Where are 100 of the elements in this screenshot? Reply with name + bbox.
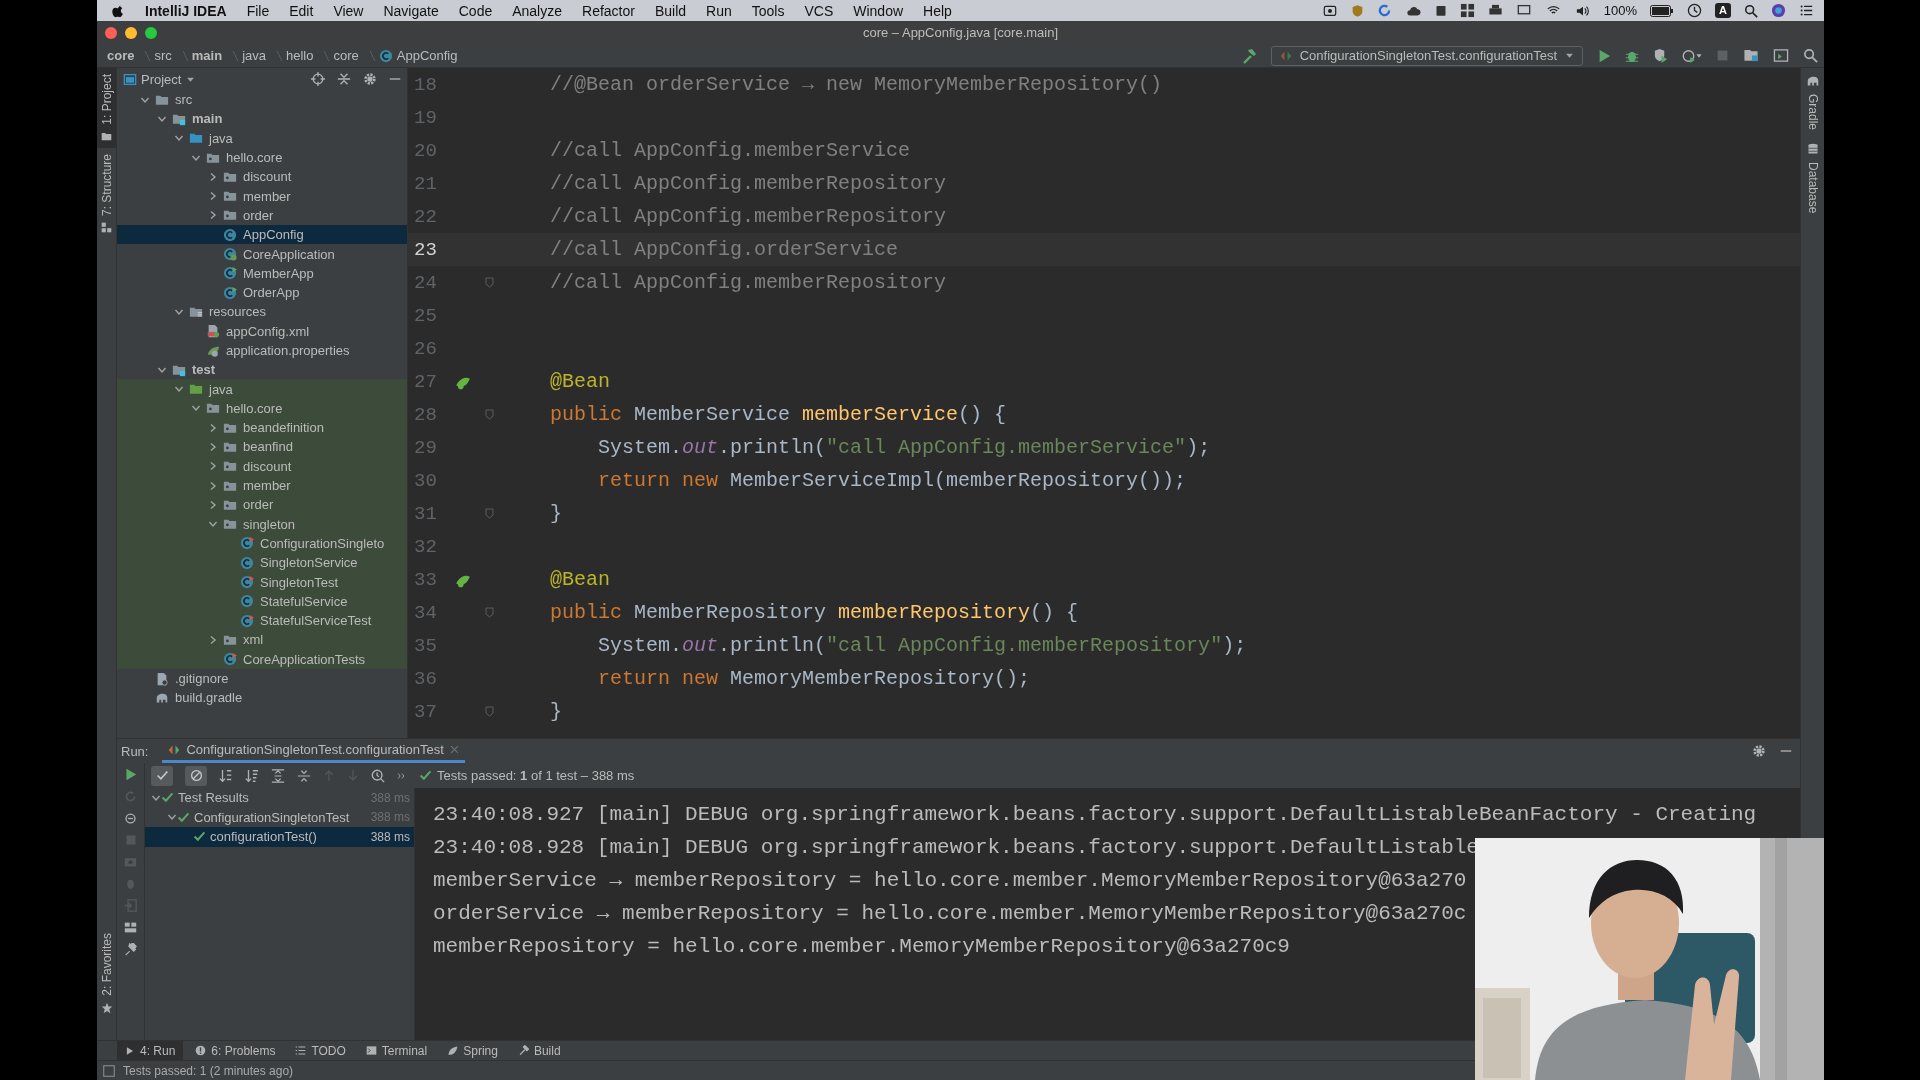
tree-item[interactable]: hello.core — [117, 398, 407, 419]
tree-item[interactable]: src — [117, 90, 407, 110]
breadcrumb-item[interactable]: AppConfig — [378, 48, 458, 63]
tree-item[interactable]: discount — [117, 456, 407, 476]
run-icon[interactable] — [124, 768, 137, 781]
run-icon[interactable] — [1597, 48, 1611, 63]
menu-item[interactable]: Code — [458, 2, 493, 19]
tool-window-tab[interactable]: 6: Problems — [187, 1040, 284, 1061]
tool-window-tab[interactable]: Database — [1801, 136, 1824, 220]
tree-item[interactable]: CoreApplicationTests — [117, 649, 407, 669]
tool-window-tab[interactable]: Spring — [439, 1040, 506, 1061]
fold-marker-icon[interactable] — [484, 277, 494, 288]
sort-by-duration-icon[interactable] — [245, 768, 259, 783]
fold-marker-icon[interactable] — [484, 508, 494, 519]
test-item[interactable]: configurationTest() 388 ms — [145, 827, 414, 847]
more-icon[interactable] — [397, 770, 407, 781]
menu-item[interactable]: Navigate — [383, 2, 439, 19]
tree-item[interactable]: java — [117, 128, 407, 148]
menu-item[interactable]: Build — [654, 2, 687, 19]
search-icon[interactable] — [1803, 48, 1818, 63]
tool-window-tab[interactable]: 2: Favorites — [97, 927, 116, 1020]
tool-window-tab[interactable]: TODO — [287, 1040, 354, 1061]
tool-window-tab[interactable]: 7: Structure — [97, 147, 116, 239]
menu-item[interactable]: Run — [706, 2, 732, 19]
input-source-indicator[interactable]: A — [1715, 3, 1731, 18]
tree-item[interactable]: beanfind — [117, 437, 407, 457]
profiler-icon[interactable] — [1682, 48, 1702, 63]
tool-window-tab[interactable]: Build — [509, 1040, 569, 1061]
panel-toggle-icon[interactable] — [103, 1064, 115, 1077]
tree-item[interactable]: AppConfig — [117, 225, 407, 245]
breadcrumb-item[interactable]: src — [154, 48, 172, 63]
tree-item[interactable]: SingletonService — [117, 553, 407, 573]
tree-item[interactable]: test — [117, 360, 407, 380]
run-configuration-dropdown[interactable]: ConfigurationSingletonTest.configurationTest — [1270, 45, 1583, 66]
settings-icon[interactable] — [1752, 744, 1766, 758]
tree-item[interactable]: java — [117, 379, 407, 399]
menu-item[interactable]: Window — [853, 2, 904, 19]
filter-toggle[interactable] — [151, 765, 173, 786]
tree-item[interactable]: beandefinition — [117, 418, 407, 438]
tree-item[interactable]: member — [117, 186, 407, 206]
breadcrumb-item[interactable]: hello — [286, 48, 314, 63]
tree-item[interactable]: SingletonTest — [117, 572, 407, 592]
collapse-all-icon[interactable] — [337, 72, 351, 86]
layout-icon[interactable] — [124, 921, 137, 934]
expand-all-icon[interactable] — [271, 768, 285, 783]
collapse-all-icon[interactable] — [297, 768, 311, 783]
fold-marker-icon[interactable] — [484, 409, 494, 420]
breadcrumb-item[interactable]: java — [242, 48, 266, 63]
locate-icon[interactable] — [311, 72, 325, 86]
coverage-icon[interactable] — [1653, 48, 1668, 63]
tree-item[interactable]: application.properties — [117, 340, 407, 361]
tool-window-tab[interactable]: Gradle — [1801, 68, 1824, 137]
tree-item[interactable]: ConfigurationSingleto — [117, 533, 407, 554]
menu-item[interactable]: View — [333, 2, 364, 19]
run-tab[interactable]: ConfigurationSingletonTest.configurationTest — [162, 739, 465, 763]
tree-item[interactable]: resources — [117, 302, 407, 322]
menu-item[interactable]: Edit — [289, 2, 314, 19]
zoom-button[interactable] — [145, 26, 157, 39]
breadcrumb-item[interactable]: core — [107, 48, 135, 63]
fold-marker-icon[interactable] — [484, 706, 494, 717]
filter-toggle[interactable] — [185, 765, 207, 786]
app-menu[interactable]: IntelliJ IDEA — [145, 2, 227, 19]
tree-item[interactable]: order — [117, 495, 407, 515]
tree-item[interactable]: hello.core — [117, 147, 407, 168]
tree-item[interactable]: MemberApp — [117, 263, 407, 283]
history-icon[interactable] — [371, 768, 385, 783]
breadcrumb-item[interactable]: main — [191, 48, 223, 63]
menu-item[interactable]: Tools — [751, 2, 785, 19]
tree-item[interactable]: discount — [117, 167, 407, 187]
tree-item[interactable]: appConfig.xml — [117, 321, 407, 341]
close-button[interactable] — [105, 26, 117, 39]
project-structure-icon[interactable] — [1743, 48, 1759, 63]
minimize-button[interactable] — [125, 26, 137, 39]
tool-window-tab[interactable]: 1: Project — [97, 68, 116, 148]
fold-marker-icon[interactable] — [484, 607, 494, 618]
settings-icon[interactable] — [363, 72, 377, 86]
menu-item[interactable]: Help — [923, 2, 952, 19]
tree-item[interactable]: member — [117, 475, 407, 496]
terminal-icon[interactable] — [1773, 48, 1789, 63]
toggle-icon[interactable] — [124, 812, 137, 825]
pin-icon[interactable] — [124, 943, 137, 956]
tree-item[interactable]: CoreApplication — [117, 244, 407, 264]
tree-item[interactable]: singleton — [117, 514, 407, 534]
tool-window-tab[interactable]: Terminal — [357, 1040, 436, 1061]
sort-alphabetically-icon[interactable] — [219, 768, 233, 783]
tree-item[interactable]: StatefulService — [117, 591, 407, 611]
tool-window-tab[interactable]: 4: Run — [117, 1040, 184, 1061]
menu-item[interactable]: File — [246, 2, 270, 19]
breadcrumb-item[interactable]: core — [333, 48, 359, 63]
tree-item[interactable]: xml — [117, 630, 407, 650]
tree-item[interactable]: order — [117, 205, 407, 226]
menu-item[interactable]: VCS — [804, 2, 834, 19]
tree-item[interactable]: main — [117, 109, 407, 129]
tree-item[interactable]: .gitignore — [117, 668, 407, 689]
menu-item[interactable]: Refactor — [582, 2, 635, 19]
tree-item[interactable]: build.gradle — [117, 688, 407, 708]
project-view-dropdown[interactable]: Project — [141, 71, 196, 87]
tree-item[interactable]: StatefulServiceTest — [117, 611, 407, 631]
tree-item[interactable]: OrderApp — [117, 282, 407, 303]
menu-item[interactable]: Analyze — [512, 2, 562, 19]
